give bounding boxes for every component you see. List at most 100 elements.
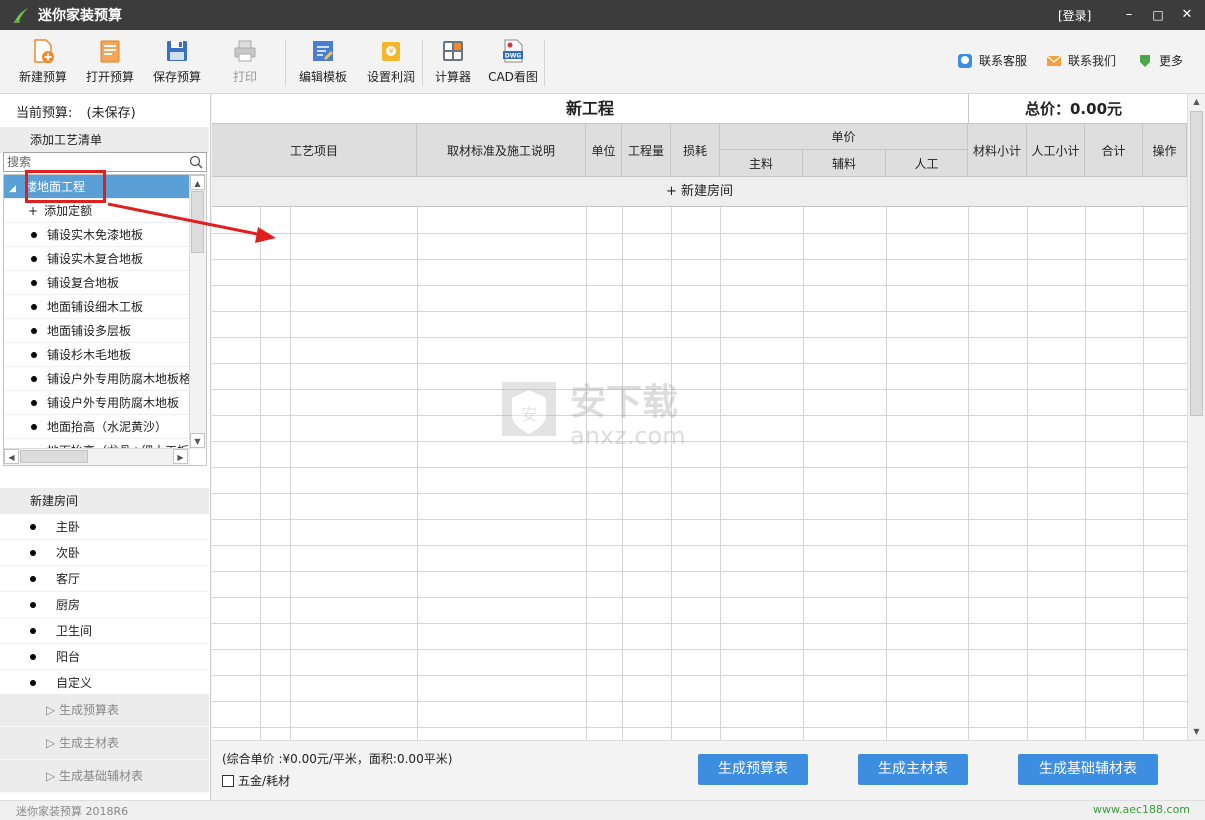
minimize-button[interactable]: – xyxy=(1118,4,1140,26)
set-profit-label: 设置利润 xyxy=(366,70,415,84)
generate-main-material-button[interactable]: 生成主材表 xyxy=(858,754,968,785)
print-button[interactable]: 打印 xyxy=(212,36,278,90)
bullet-icon xyxy=(31,255,37,262)
col-labor: 人工 xyxy=(886,150,968,177)
bullet-icon xyxy=(31,231,37,238)
search-input[interactable]: 搜索 xyxy=(3,152,207,172)
generate-aux-material-button[interactable]: 生成基础辅材表 xyxy=(1018,754,1158,785)
col-main-material: 主料 xyxy=(720,150,803,177)
bullet-icon xyxy=(31,399,37,406)
dwg-icon: DWG xyxy=(503,39,523,63)
scroll-up-icon[interactable]: ▲ xyxy=(190,175,205,190)
col-loss: 损耗 xyxy=(671,124,720,177)
room-item[interactable]: 厨房 xyxy=(0,592,209,618)
scroll-thumb[interactable] xyxy=(20,450,88,463)
tree-item[interactable]: 地面铺设多层板 xyxy=(4,319,190,343)
scroll-left-icon[interactable]: ◀ xyxy=(4,449,19,464)
generate-main-material-link[interactable]: ▷ 生成主材表 xyxy=(0,727,209,760)
room-label: 卫生间 xyxy=(56,624,93,638)
tree-item[interactable]: 地面铺设细木工板 xyxy=(4,295,190,319)
hardware-label: 五金/耗材 xyxy=(238,774,291,788)
search-icon[interactable] xyxy=(189,155,203,169)
contact-us-link[interactable]: 联系我们 xyxy=(1046,52,1116,69)
website-link[interactable]: www.aec188.com xyxy=(1093,803,1190,816)
tree-item[interactable]: 铺设实木免漆地板 xyxy=(4,223,190,247)
col-spec: 取材标准及施工说明 xyxy=(417,124,586,177)
more-icon xyxy=(1140,54,1150,67)
scroll-down-icon[interactable]: ▼ xyxy=(1189,724,1204,739)
current-budget-value: (未保存) xyxy=(86,106,136,121)
table-vertical-scrollbar[interactable]: ▲ ▼ xyxy=(1187,94,1205,740)
bullet-icon xyxy=(31,279,37,286)
scroll-up-icon[interactable]: ▲ xyxy=(1189,94,1204,109)
login-link[interactable]: [登录] xyxy=(1058,7,1091,24)
hardware-checkbox[interactable]: 五金/耗材 xyxy=(222,772,290,789)
tree-item-label: 铺设实木复合地板 xyxy=(47,252,144,266)
bullet-icon xyxy=(31,303,37,310)
scroll-right-icon[interactable]: ▶ xyxy=(173,449,188,464)
collapse-triangle-icon[interactable]: ◢ xyxy=(9,177,17,198)
project-title: 新工程 xyxy=(565,99,614,118)
bullet-icon xyxy=(30,549,36,556)
checkbox-icon[interactable] xyxy=(222,774,234,787)
tree-item-label: 铺设户外专用防腐木地板格 xyxy=(47,372,190,386)
svg-text:安: 安 xyxy=(521,405,537,424)
total-price: 总价：0.00元 xyxy=(968,94,1187,124)
chat-icon xyxy=(958,53,972,68)
room-item[interactable]: 客厅 xyxy=(0,566,209,592)
toolbar: 新建预算 打开预算 保存预算 打印 编辑模板 ¥ 设置利润 计算器 DWG CA… xyxy=(0,30,1205,94)
room-item[interactable]: 次卧 xyxy=(0,540,209,566)
room-item[interactable]: 卫生间 xyxy=(0,618,209,644)
tree-item[interactable]: 铺设杉木毛地板 xyxy=(4,343,190,367)
col-material-subtotal: 材料小计 xyxy=(968,124,1027,177)
tree-item-label: 地面铺设多层板 xyxy=(47,324,132,338)
contact-support-label: 联系客服 xyxy=(979,54,1028,68)
col-unit: 单位 xyxy=(586,124,622,177)
mail-icon xyxy=(1046,55,1062,66)
calculator-button[interactable]: 计算器 xyxy=(420,36,486,90)
generate-budget-link[interactable]: ▷ 生成预算表 xyxy=(0,694,209,727)
room-label: 自定义 xyxy=(56,676,93,690)
table-footer: (综合单价 :¥0.00元/平米，面积:0.00平米) 五金/耗材 生成预算表 … xyxy=(212,740,1205,800)
room-item[interactable]: 阳台 xyxy=(0,644,209,670)
bullet-icon xyxy=(30,601,36,608)
generate-budget-button[interactable]: 生成预算表 xyxy=(698,754,808,785)
tree-item[interactable]: 铺设户外专用防腐木地板格 xyxy=(4,367,190,391)
empty-table-grid xyxy=(212,207,1187,740)
edit-template-button[interactable]: 编辑模板 xyxy=(290,36,356,90)
watermark-cn-text: 安下载 xyxy=(570,382,678,423)
craft-tree[interactable]: ◢ 楼地面工程 + 添加定额 铺设实木免漆地板 铺设实木复合地板 铺设复合地板 地面… xyxy=(3,174,207,466)
bullet-icon xyxy=(31,327,37,334)
svg-text:¥: ¥ xyxy=(388,47,393,56)
contact-support-link[interactable]: 联系客服 xyxy=(957,52,1027,69)
set-profit-button[interactable]: ¥ 设置利润 xyxy=(358,36,424,90)
edit-template-icon xyxy=(313,41,333,61)
toolbar-separator xyxy=(285,40,286,86)
cad-viewer-button[interactable]: DWG CAD看图 xyxy=(480,36,546,90)
tree-vertical-scrollbar[interactable]: ▲ ▼ xyxy=(189,175,206,449)
tree-horizontal-scrollbar[interactable]: ◀ ▶ xyxy=(4,448,190,465)
room-item[interactable]: 主卧 xyxy=(0,514,209,540)
save-budget-label: 保存预算 xyxy=(152,70,201,84)
more-link[interactable]: 更多 xyxy=(1137,52,1183,69)
tree-item[interactable]: 铺设户外专用防腐木地板 xyxy=(4,391,190,415)
tree-item[interactable]: 铺设复合地板 xyxy=(4,271,190,295)
new-budget-button[interactable]: 新建预算 xyxy=(10,36,76,90)
new-room-row-button[interactable]: + 新建房间 xyxy=(212,177,1187,207)
close-button[interactable]: ✕ xyxy=(1176,4,1198,26)
tree-item-label: 铺设复合地板 xyxy=(47,276,120,290)
generate-aux-material-link[interactable]: ▷ 生成基础辅材表 xyxy=(0,760,209,793)
open-budget-icon xyxy=(100,40,120,63)
save-budget-button[interactable]: 保存预算 xyxy=(144,36,210,90)
tree-item[interactable]: 铺设实木复合地板 xyxy=(4,247,190,271)
open-budget-button[interactable]: 打开预算 xyxy=(77,36,143,90)
scroll-thumb[interactable] xyxy=(191,191,204,253)
scroll-down-icon[interactable]: ▼ xyxy=(190,433,205,448)
room-item[interactable]: 自定义 xyxy=(0,670,209,696)
bullet-icon xyxy=(30,523,36,530)
tree-item[interactable]: 地面抬高（水泥黄沙） xyxy=(4,415,190,439)
maximize-button[interactable]: □ xyxy=(1147,4,1169,26)
highlight-box xyxy=(25,170,106,203)
scroll-thumb[interactable] xyxy=(1190,111,1203,416)
bullet-icon xyxy=(30,679,36,686)
